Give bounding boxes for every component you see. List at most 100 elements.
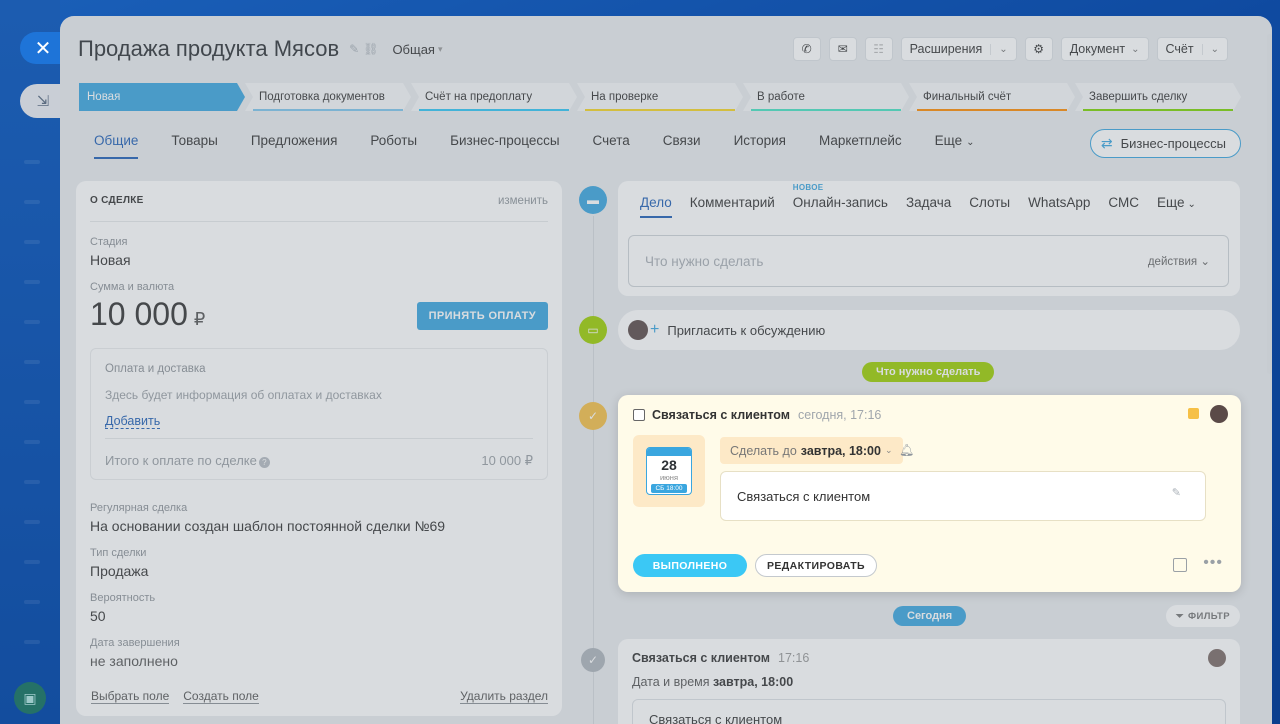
chevron-down-icon: ⌄ (884, 445, 893, 455)
edit-section-link[interactable]: изменить (498, 195, 548, 207)
todo-check-icon: ✓ (579, 402, 607, 430)
extensions-button[interactable]: Расширения ⌄ (900, 37, 1017, 61)
activity-description[interactable]: Связаться с клиентом ✎ (720, 471, 1206, 521)
tab-5[interactable]: Счета (593, 133, 630, 159)
stage-1[interactable]: Подготовка документов (245, 83, 411, 111)
composer-tab-0[interactable]: Дело (640, 195, 672, 218)
tab-0[interactable]: Общие (94, 133, 139, 159)
stage-value[interactable]: Новая (90, 252, 548, 268)
done-button[interactable]: ВЫПОЛНЕНО (633, 554, 747, 577)
stage-3[interactable]: На проверке (577, 83, 743, 111)
document-button[interactable]: Документ ⌄ (1060, 37, 1149, 61)
pencil-icon: ✎ (1171, 487, 1181, 499)
tab-1[interactable]: Товары (171, 133, 217, 159)
invoice-button[interactable]: Счёт ⌄ (1156, 37, 1228, 61)
chevron-down-icon: ⌄ (1200, 256, 1210, 268)
filter-button[interactable]: ⏷ ФИЛЬТР (1165, 605, 1240, 627)
add-payment-link[interactable]: Добавить (105, 414, 161, 429)
todo-section-pill: Что нужно сделать (862, 362, 995, 382)
comment-icon: ▭ (579, 316, 607, 344)
avatar (628, 320, 648, 340)
activity-card: Связаться с клиентом сегодня, 17:16 28 и… (618, 395, 1241, 592)
today-section-pill: Сегодня (893, 606, 967, 626)
edit-button[interactable]: РЕДАКТИРОВАТЬ (755, 554, 877, 577)
tab-3[interactable]: Роботы (370, 133, 417, 159)
mail-icon: ✉ (837, 42, 848, 56)
composer-tab-5[interactable]: WhatsApp (1028, 195, 1090, 218)
edit-link-icons[interactable]: ✎⛓ (349, 42, 382, 56)
tab-6[interactable]: Связи (663, 133, 701, 159)
deal-slider: Продажа продукта Мясов ✎⛓ Общая ▾ ✆ ✉ ☷ Р… (60, 16, 1272, 724)
composer-tab-3[interactable]: Задача (906, 195, 951, 218)
stage-progress-bar: Новая Подготовка документов Счёт на предоп… (79, 83, 1241, 111)
deal-type-value[interactable]: Продажа (90, 563, 548, 579)
stage-5[interactable]: Финальный счёт (909, 83, 1075, 111)
bell-icon[interactable]: 🔔︎ (899, 443, 914, 457)
stage-0[interactable]: Новая (79, 83, 245, 111)
printer-icon: ▣ (23, 689, 37, 706)
composer-tab-6[interactable]: СМС (1108, 195, 1139, 218)
call-button[interactable]: ✆ (792, 37, 821, 61)
activity-time: сегодня, 17:16 (798, 408, 882, 422)
email-button[interactable]: ✉ (828, 37, 857, 61)
pencil-icon: ✎ (349, 42, 364, 56)
deal-tabs: Общие Товары Предложения Роботы Бизнес-проце… (94, 133, 975, 159)
workflow-icon: ⇄ (1100, 135, 1113, 151)
recurring-value[interactable]: На основании создан шаблон постоянной сд… (90, 518, 548, 534)
phone-icon: ✆ (801, 42, 812, 56)
tab-7[interactable]: История (734, 133, 786, 159)
flag-icon[interactable] (1188, 408, 1199, 419)
category-selector[interactable]: Общая ▾ (392, 42, 442, 57)
select-field-link[interactable]: Выбрать поле (91, 689, 170, 704)
chevron-down-icon: ⌄ (1131, 43, 1140, 55)
activity-composer: Дело Комментарий Онлайн-запись НОВОЕ Задача С… (618, 181, 1240, 296)
page-title: Продажа продукта Мясов (78, 36, 340, 61)
actions-dropdown[interactable]: действия ⌄ (1148, 254, 1210, 268)
gear-icon: ⚙ (1033, 42, 1045, 56)
tab-2[interactable]: Предложения (251, 133, 338, 159)
avatar[interactable] (1210, 405, 1228, 423)
deadline-selector[interactable]: Сделать до завтра, 18:00 ⌄ (720, 437, 903, 464)
todo-input[interactable]: Что нужно сделать действия ⌄ (628, 235, 1229, 287)
composer-tab-2[interactable]: Онлайн-запись НОВОЕ (793, 183, 888, 218)
composer-tab-1[interactable]: Комментарий (690, 195, 775, 218)
note-icon[interactable] (1173, 558, 1187, 572)
deal-amount[interactable]: 10 000 ₽ (90, 297, 205, 336)
invite-to-discussion[interactable]: + Пригласить к обсуждению (618, 310, 1240, 350)
chat-button[interactable]: ☷ (864, 37, 893, 61)
funnel-icon: ⏷ (1175, 610, 1184, 622)
complete-checkbox[interactable] (633, 409, 645, 421)
stage-2[interactable]: Счёт на предоплату (411, 83, 577, 111)
business-processes-button[interactable]: ⇄ Бизнес-процессы (1089, 129, 1241, 158)
chevron-down-icon: ⌄ (1201, 43, 1219, 55)
plus-icon: + (650, 321, 660, 338)
tab-4[interactable]: Бизнес-процессы (450, 133, 559, 159)
help-icon: ? (258, 457, 270, 468)
chevron-down-icon: ▾ (437, 43, 443, 54)
sum-label: Сумма и валюта (90, 281, 175, 293)
new-badge: НОВОЕ (792, 183, 824, 192)
deal-header: Продажа продукта Мясов ✎⛓ Общая ▾ (78, 36, 443, 62)
settings-button[interactable]: ⚙ (1024, 37, 1053, 61)
tab-9[interactable]: Еще ⌄ (935, 133, 975, 159)
chevron-down-icon: ⌄ (990, 43, 1008, 55)
arrow-down-icon: ⇲ (36, 93, 50, 110)
composer-tab-7[interactable]: Еще ⌄ (1157, 195, 1196, 218)
create-field-link[interactable]: Создать поле (183, 689, 259, 704)
deal-info-card: О СДЕЛКЕ изменить Стадия Новая Сумма и в… (76, 181, 562, 716)
activity-title[interactable]: Связаться с клиентом (652, 408, 790, 422)
probability-value[interactable]: 50 (90, 608, 548, 624)
link-icon: ⛓ (363, 42, 383, 56)
history-item: Связаться с клиентом 17:16 Дата и время з… (618, 639, 1240, 724)
close-date-value[interactable]: не заполнено (90, 653, 548, 669)
scrollbar[interactable] (1267, 34, 1272, 374)
delete-section-link[interactable]: Удалить раздел (460, 689, 548, 704)
stage-6[interactable]: Завершить сделку (1075, 83, 1241, 111)
printer-button[interactable]: ▣ (14, 682, 46, 714)
more-icon[interactable]: ••• (1203, 554, 1223, 572)
header-toolbar: ✆ ✉ ☷ Расширения ⌄ ⚙ Документ ⌄ Счёт ⌄ (792, 37, 1228, 61)
accept-payment-button[interactable]: ПРИНЯТЬ ОПЛАТУ (416, 302, 548, 330)
tab-8[interactable]: Маркетплейс (819, 133, 902, 159)
composer-tab-4[interactable]: Слоты (969, 195, 1010, 218)
stage-4[interactable]: В работе (743, 83, 909, 111)
